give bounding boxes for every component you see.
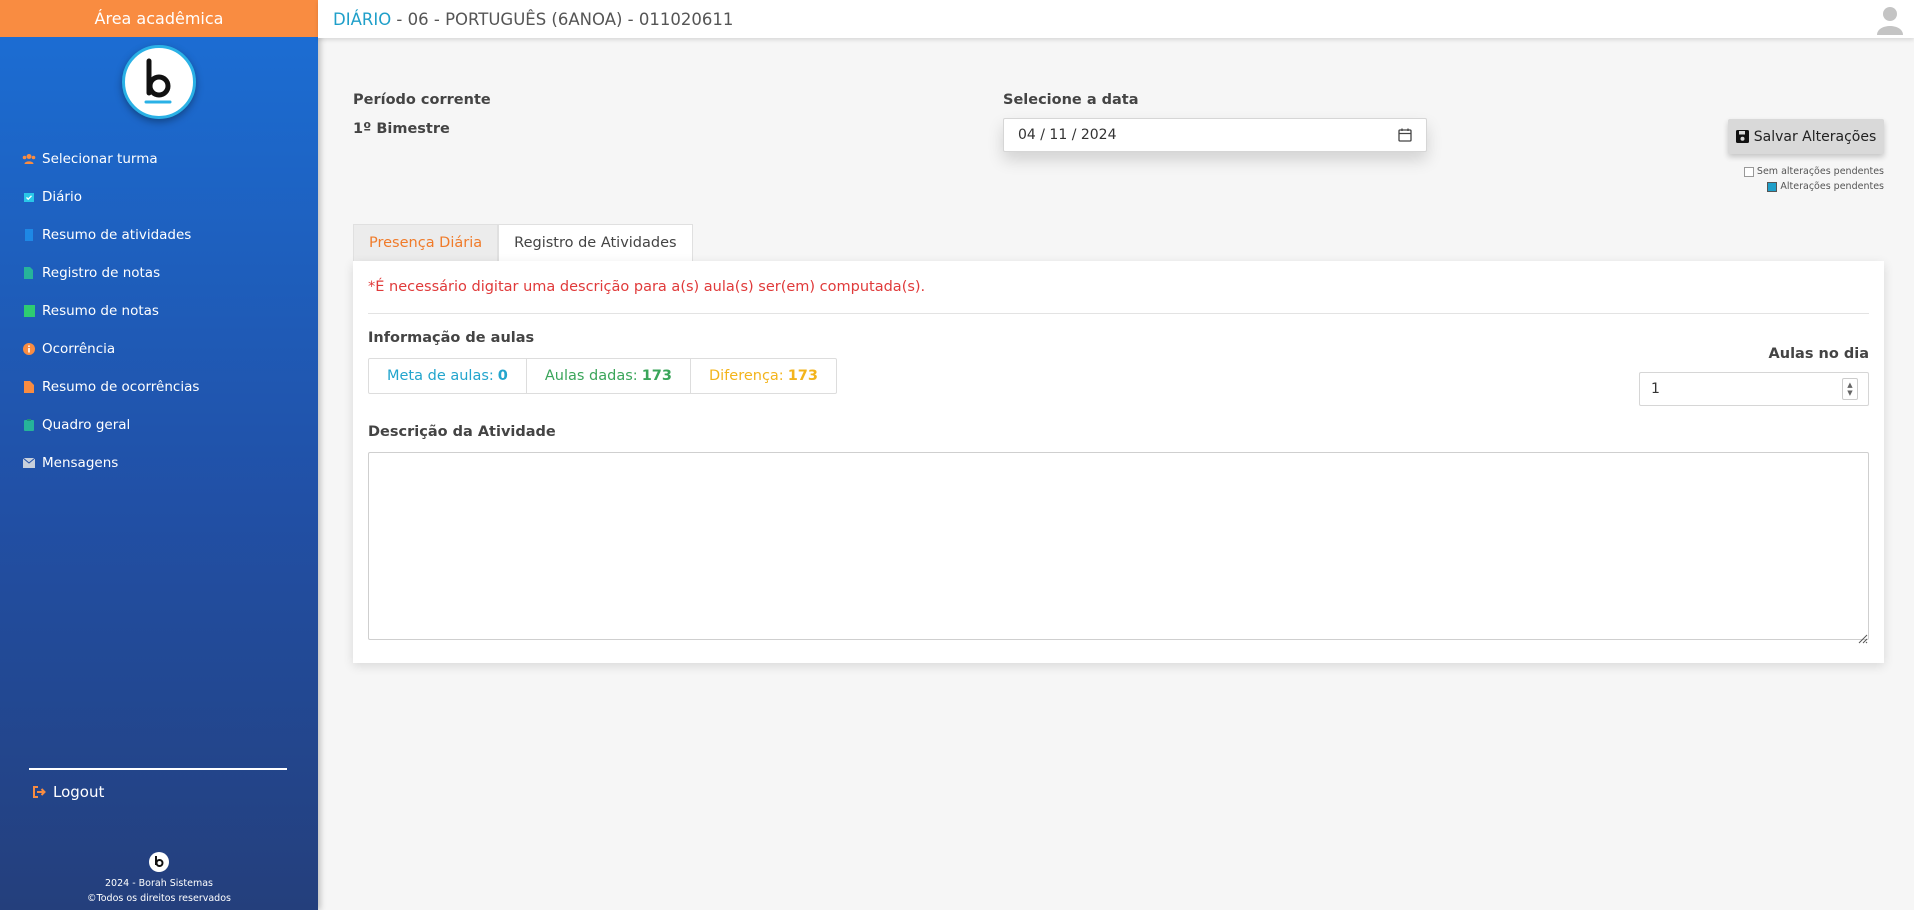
info-aulas-label: Informação de aulas xyxy=(368,330,535,346)
sidebar-item-selecionar-turma[interactable]: Selecionar turma xyxy=(22,140,312,178)
aulas-dadas-label: Aulas dadas: xyxy=(544,368,638,384)
clipboard-icon xyxy=(22,418,36,432)
legend-pending-box xyxy=(1767,181,1778,192)
page-title-rest: - 06 - PORTUGUÊS (6ANOA) - 011020611 xyxy=(391,9,734,29)
sidebar-item-label: Selecionar turma xyxy=(42,151,158,167)
sidebar-item-resumo-ocorrencias[interactable]: Resumo de ocorrências xyxy=(22,368,312,406)
page-title: DIÁRIO - 06 - PORTUGUÊS (6ANOA) - 011020… xyxy=(333,10,733,29)
warning-message: *É necessário digitar uma descrição para… xyxy=(368,279,926,295)
calendar-check-icon xyxy=(22,190,36,204)
sidebar-item-label: Resumo de notas xyxy=(42,303,159,319)
aulas-dadas: Aulas dadas: 173 xyxy=(527,359,691,393)
sidebar-item-ocorrencia[interactable]: Ocorrência xyxy=(22,330,312,368)
sidebar-item-quadro-geral[interactable]: Quadro geral xyxy=(22,406,312,444)
periodo-value: 1º Bimestre xyxy=(353,121,450,137)
page-title-accent: DIÁRIO xyxy=(333,9,392,29)
descricao-label: Descrição da Atividade xyxy=(368,424,556,440)
legend-no-changes: Sem alterações pendentes xyxy=(1743,164,1884,179)
sidebar-item-diario[interactable]: Diário xyxy=(22,178,312,216)
date-value: 04 / 11 / 2024 xyxy=(1018,127,1117,143)
sign-out-icon xyxy=(33,786,47,798)
logout-button[interactable]: Logout xyxy=(33,783,104,801)
meta-aulas: Meta de aulas: 0 xyxy=(369,359,527,393)
user-avatar-icon xyxy=(1877,7,1903,35)
aulas-no-dia-input[interactable]: 1 ▲ ▼ xyxy=(1639,372,1869,406)
date-label: Selecione a data xyxy=(1003,92,1139,108)
changes-legend: Sem alterações pendentes Alterações pend… xyxy=(1743,164,1884,194)
sidebar: Área acadêmica Selecionar turma Diário R… xyxy=(0,0,318,910)
spin-down-icon[interactable]: ▼ xyxy=(1847,389,1852,397)
brand-b-icon xyxy=(144,58,172,104)
avatar[interactable] xyxy=(1874,3,1906,35)
info-circle-icon xyxy=(22,342,36,356)
save-icon xyxy=(1735,130,1749,143)
periodo-section: Período corrente 1º Bimestre xyxy=(353,92,491,137)
descricao-textarea[interactable] xyxy=(368,452,1869,640)
sidebar-header: Área acadêmica xyxy=(0,0,318,37)
tab-presenca-diaria[interactable]: Presença Diária xyxy=(353,224,499,261)
logout-label: Logout xyxy=(53,783,105,801)
tab-registro-atividades[interactable]: Registro de Atividades xyxy=(498,224,693,261)
sidebar-item-label: Quadro geral xyxy=(42,417,131,433)
legend-no-changes-label: Sem alterações pendentes xyxy=(1756,166,1884,177)
spin-up-icon[interactable]: ▲ xyxy=(1847,381,1852,389)
footer-rights: ©Todos os direitos reservados xyxy=(87,893,231,904)
legend-empty-box xyxy=(1743,166,1754,177)
sidebar-item-label: Ocorrência xyxy=(42,341,116,357)
envelope-icon xyxy=(22,456,36,470)
sidebar-item-resumo-atividades[interactable]: Resumo de atividades xyxy=(22,216,312,254)
save-button[interactable]: Salvar Alterações xyxy=(1728,119,1884,154)
footer-logo-icon xyxy=(149,852,169,872)
sidebar-footer: 2024 - Borah Sistemas ©Todos os direitos… xyxy=(0,852,318,906)
tabs: Presença Diária Registro de Atividades xyxy=(353,224,693,261)
number-spinner-icon[interactable]: ▲ ▼ xyxy=(1842,378,1858,400)
resize-handle-icon[interactable] xyxy=(1858,629,1882,661)
file-edit-icon xyxy=(22,266,36,280)
aulas-dadas-value: 173 xyxy=(641,368,672,384)
legend-pending: Alterações pendentes xyxy=(1744,179,1884,194)
meta-aulas-value: 0 xyxy=(497,368,508,384)
sidebar-item-label: Resumo de ocorrências xyxy=(42,379,200,395)
periodo-label: Período corrente xyxy=(353,92,491,108)
sidebar-item-label: Mensagens xyxy=(42,455,119,471)
date-section: Selecione a data 04 / 11 / 2024 xyxy=(1003,92,1427,152)
date-input[interactable]: 04 / 11 / 2024 xyxy=(1003,118,1427,152)
sidebar-item-mensagens[interactable]: Mensagens xyxy=(22,444,312,482)
brand-logo xyxy=(122,45,196,119)
users-icon xyxy=(22,152,36,166)
file-icon xyxy=(22,380,36,394)
diferenca: Diferença: 173 xyxy=(691,359,836,393)
sidebar-item-registro-notas[interactable]: Registro de notas xyxy=(22,254,312,292)
save-button-label: Salvar Alterações xyxy=(1753,128,1877,145)
diferenca-label: Diferença: xyxy=(708,368,784,384)
aulas-no-dia-value: 1 xyxy=(1651,381,1660,397)
aulas-summary: Meta de aulas: 0 Aulas dadas: 173 Diferenç… xyxy=(368,358,837,394)
sidebar-divider xyxy=(29,768,287,770)
topbar: DIÁRIO - 06 - PORTUGUÊS (6ANOA) - 011020… xyxy=(318,0,1914,38)
meta-aulas-label: Meta de aulas: xyxy=(387,368,494,384)
sidebar-item-resumo-notas[interactable]: Resumo de notas xyxy=(22,292,312,330)
footer-copyright: 2024 - Borah Sistemas xyxy=(105,878,213,889)
bookmark-icon xyxy=(22,228,36,242)
divider xyxy=(368,313,1869,314)
aulas-no-dia-label: Aulas no dia xyxy=(1768,346,1869,362)
sidebar-item-label: Diário xyxy=(42,189,82,205)
sidebar-menu: Selecionar turma Diário Resumo de ativid… xyxy=(22,140,312,482)
diferenca-value: 173 xyxy=(787,368,818,384)
sidebar-item-label: Resumo de atividades xyxy=(42,227,192,243)
sidebar-item-label: Registro de notas xyxy=(42,265,161,281)
calendar-icon[interactable] xyxy=(1398,128,1412,142)
book-icon xyxy=(22,304,36,318)
activity-panel: *É necessário digitar uma descrição para… xyxy=(353,261,1884,663)
legend-pending-label: Alterações pendentes xyxy=(1780,181,1884,192)
